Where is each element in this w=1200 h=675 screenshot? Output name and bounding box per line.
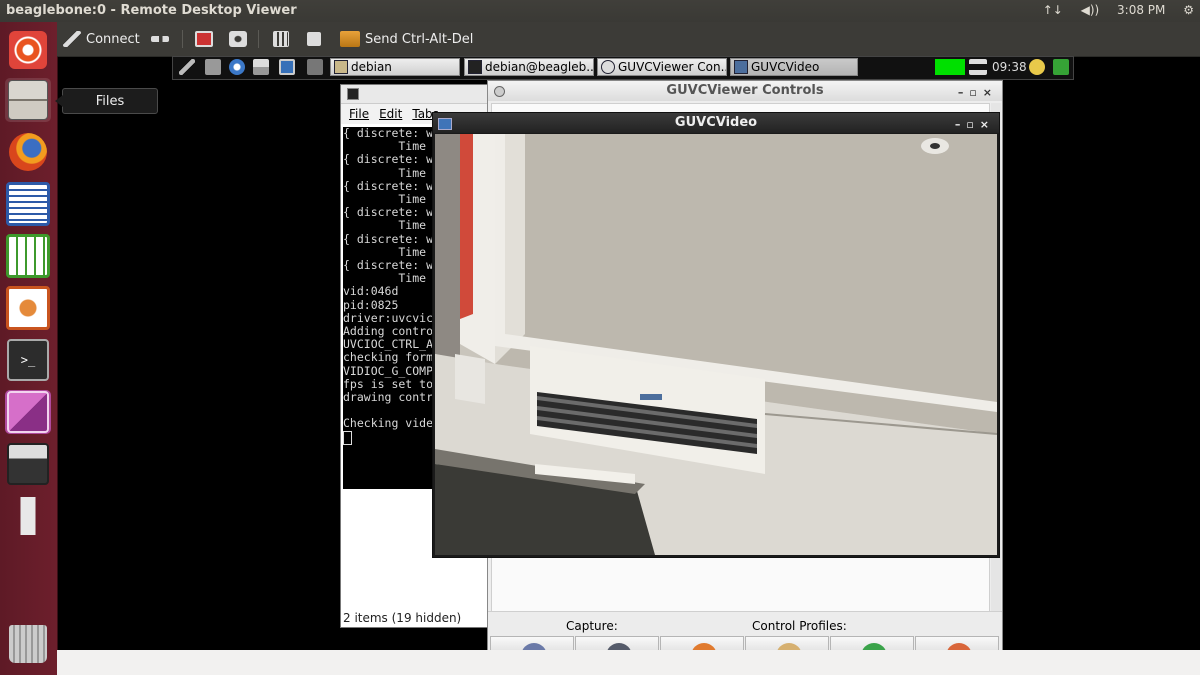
clock[interactable]: 3:08 PM — [1117, 3, 1165, 17]
remote-task-label: GUVCViewer Con... — [618, 60, 727, 74]
disconnect-button[interactable] — [151, 29, 169, 49]
fullscreen-icon — [195, 31, 213, 47]
terminal-icon — [468, 60, 482, 74]
writer-launcher-button[interactable] — [5, 182, 51, 226]
remote-task-label: GUVCVideo — [751, 60, 820, 74]
remote-task-debian[interactable]: debian — [330, 58, 460, 76]
lock-icon — [307, 32, 321, 46]
window-controls[interactable]: –▫× — [955, 115, 995, 135]
connect-button[interactable]: Connect — [63, 29, 140, 49]
save-launcher-button[interactable] — [5, 442, 51, 486]
files-tooltip: Files — [55, 88, 158, 114]
guvcvideo-window: GUVCVideo –▫× — [432, 112, 1000, 558]
logout-exit-icon[interactable] — [1053, 59, 1069, 75]
remote-desktop-launcher-button[interactable] — [5, 390, 51, 434]
remote-menu-icon[interactable] — [179, 59, 195, 75]
terminal-window-icon — [347, 88, 359, 100]
files-cabinet-icon — [8, 80, 48, 120]
calc-launcher-button[interactable] — [5, 234, 51, 278]
webcam-video-feed — [435, 134, 997, 555]
terminal-titlebar[interactable] — [341, 85, 491, 104]
remote-desktop-switch-icon[interactable] — [279, 59, 295, 75]
controls-titlebar[interactable]: GUVCViewer Controls –▫× — [488, 81, 1002, 101]
remote-task-label: debian — [351, 60, 392, 74]
window-icon — [438, 118, 452, 130]
disconnect-plug-icon — [151, 36, 169, 42]
folder-icon — [334, 60, 348, 74]
capture-label: Capture: — [566, 619, 618, 633]
cpu-monitor-graph — [935, 59, 965, 75]
unity-launcher: >_ — [0, 22, 58, 675]
network-tray-icon[interactable] — [969, 59, 987, 75]
remote-clock[interactable]: 09:38 — [992, 60, 1027, 74]
impress-presentation-icon — [6, 286, 50, 330]
window-icon — [734, 60, 748, 74]
keyboard-grid-icon — [273, 31, 289, 47]
window-title: beaglebone:0 - Remote Desktop Viewer — [6, 3, 297, 18]
screenshot-button[interactable] — [229, 29, 247, 49]
remote-windows-icon[interactable] — [253, 59, 269, 75]
files-launcher-button[interactable] — [5, 78, 51, 122]
keyboard-grab-button[interactable] — [307, 29, 321, 49]
ubuntu-logo-icon — [9, 31, 47, 69]
terminal-prompt-icon: >_ — [7, 339, 49, 381]
webcam-icon — [601, 60, 615, 74]
firefox-icon — [9, 133, 47, 171]
window-controls[interactable]: –▫× — [958, 83, 998, 103]
network-icon[interactable]: ↑↓ — [1043, 3, 1063, 17]
floppy-disk-icon — [7, 443, 49, 485]
usb-launcher-button[interactable] — [5, 494, 51, 538]
send-ctrl-alt-del-label: Send Ctrl-Alt-Del — [365, 31, 474, 47]
remote-pager-icon[interactable] — [307, 59, 323, 75]
viewer-bottom-strip — [57, 650, 1200, 675]
view-only-button[interactable] — [273, 29, 289, 49]
volume-icon[interactable]: ◀)) — [1081, 3, 1100, 17]
trash-can-icon — [9, 625, 47, 663]
remote-task-terminal[interactable]: debian@beagleb... — [464, 58, 594, 76]
remote-lxde-panel: debian debian@beagleb... GUVCViewer Con.… — [172, 56, 1074, 80]
notification-icon[interactable] — [1029, 59, 1045, 75]
indicator-area: ↑↓ ◀)) 3:08 PM ⚙ — [1029, 3, 1194, 17]
webcam-frame-image — [435, 134, 997, 555]
camera-icon — [229, 31, 247, 47]
top-panel: beaglebone:0 - Remote Desktop Viewer ↑↓ … — [0, 0, 1200, 22]
writer-document-icon — [6, 182, 50, 226]
viewer-toolbar: Connect Send Ctrl-Alt-Del — [57, 22, 1200, 57]
remote-task-label: debian@beagleb... — [485, 60, 594, 74]
trash-launcher-button[interactable] — [5, 622, 51, 666]
connect-plug-icon — [63, 31, 81, 47]
remote-filemanager-icon[interactable] — [205, 59, 221, 75]
file-manager-status: 2 items (19 hidden) — [343, 611, 462, 625]
send-ctrl-alt-del-button[interactable]: Send Ctrl-Alt-Del — [340, 29, 473, 49]
remote-desktop-icon — [7, 391, 49, 433]
control-profiles-label: Control Profiles: — [752, 619, 847, 633]
connect-label: Connect — [86, 31, 140, 47]
fullscreen-button[interactable] — [195, 29, 213, 49]
remote-task-guvcvideo[interactable]: GUVCVideo — [730, 58, 858, 76]
impress-launcher-button[interactable] — [5, 286, 51, 330]
terminal-launcher-button[interactable]: >_ — [5, 338, 51, 382]
controls-title: GUVCViewer Controls — [666, 83, 824, 98]
menu-file[interactable]: File — [349, 107, 369, 121]
firefox-launcher-button[interactable] — [5, 130, 51, 174]
remote-browser-icon[interactable] — [229, 59, 245, 75]
calc-spreadsheet-icon — [6, 234, 50, 278]
video-title: GUVCVideo — [674, 115, 758, 130]
menu-edit[interactable]: Edit — [379, 107, 402, 121]
webcam-icon — [494, 86, 505, 97]
dash-home-button[interactable] — [5, 28, 51, 72]
settings-gear-icon[interactable]: ⚙ — [1183, 3, 1194, 17]
remote-task-guvcviewer-controls[interactable]: GUVCViewer Con... — [597, 58, 727, 76]
keys-icon — [340, 31, 360, 47]
video-titlebar[interactable]: GUVCVideo –▫× — [433, 113, 999, 133]
terminal-cursor — [343, 430, 352, 445]
usb-drive-icon — [9, 497, 47, 535]
